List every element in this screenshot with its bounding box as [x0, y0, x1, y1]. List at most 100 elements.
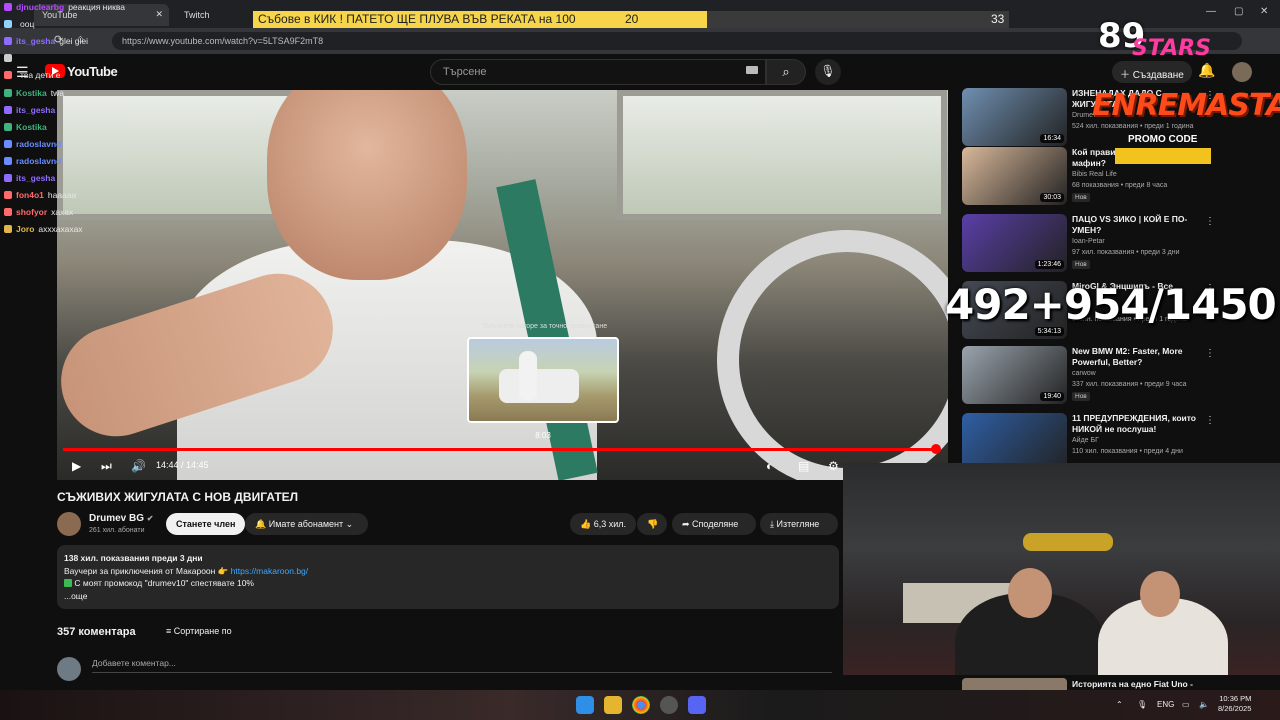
obs-icon[interactable]	[660, 696, 678, 714]
search-input[interactable]: Търсене	[430, 59, 766, 85]
chat-username[interactable]: fon4o1	[16, 190, 44, 200]
rec-thumbnail[interactable]: 1:23:46	[962, 214, 1067, 272]
rec-title-bottom[interactable]: Историята на едно Fiat Uno -	[1072, 679, 1193, 689]
chat-username[interactable]: shofyor	[16, 207, 47, 217]
subscriber-count: 261 хил. абонати	[89, 527, 145, 534]
like-button[interactable]: 👍 6,3 хил.	[570, 513, 636, 535]
close-window-icon[interactable]: ✕	[1260, 6, 1268, 17]
person-head	[267, 90, 467, 280]
rec-title[interactable]: ПАЦО VS ЗИКО | КОЙ Е ПО-УМЕН?	[1072, 214, 1208, 236]
video-progress-bar[interactable]	[63, 444, 941, 454]
maximize-icon[interactable]: ▢	[1234, 6, 1243, 17]
chat-message: radoslavnd	[4, 139, 65, 151]
rec-item[interactable]: 30:03Кой прави по-вкусно банановия мафин…	[962, 147, 1262, 209]
chat-username[interactable]: djnuclearbg	[16, 2, 64, 12]
rec-meta: 68 показвания • преди 8 часа	[1072, 182, 1168, 189]
search-button[interactable]: ⌕	[766, 59, 806, 85]
sort-label: Сортиране по	[173, 626, 232, 636]
chat-text: реакция никва	[68, 2, 125, 12]
chat-username[interactable]: its_gesha	[16, 36, 55, 46]
youtube-logo-text[interactable]: YouTube	[67, 64, 118, 79]
share-button[interactable]: ➦ Споделяне	[672, 513, 756, 535]
rec-thumbnail[interactable]: 30:03	[962, 147, 1067, 205]
windows-start-icon[interactable]	[576, 696, 594, 714]
sort-button[interactable]: ≡ Сортиране по	[166, 626, 232, 636]
create-button[interactable]: ＋ Създаване	[1112, 61, 1192, 83]
progress-scrubber[interactable]	[930, 444, 941, 454]
chat-text: ооц	[20, 19, 35, 30]
join-button[interactable]: Станете член	[166, 513, 246, 535]
minimize-icon[interactable]: —	[1206, 6, 1216, 17]
volume-icon[interactable]: 🔊	[131, 459, 146, 473]
chat-username[interactable]: radoslavnd	[16, 139, 61, 149]
more-vert-icon[interactable]: ⋮	[1205, 348, 1215, 359]
progress-played	[63, 448, 936, 451]
chat-message: its_gesha	[4, 105, 59, 117]
rec-item[interactable]: 19:40 New BMW M2: Faster, More Powerful, …	[962, 346, 1262, 408]
rec-channel[interactable]: carwow	[1072, 370, 1096, 377]
settings-gear-icon[interactable]: ⚙	[828, 459, 839, 473]
more-vert-icon[interactable]: ⋮	[1205, 216, 1215, 227]
language-indicator[interactable]: ENG	[1157, 700, 1174, 709]
preview-car	[499, 369, 579, 403]
rec-channel[interactable]: Bibis Real Life	[1072, 171, 1117, 178]
microphone-tray-icon[interactable]: 🎙	[1137, 700, 1147, 709]
chat-username[interactable]: Kostika	[16, 122, 47, 132]
download-button[interactable]: ⤓ Изтегляне	[760, 513, 838, 535]
user-avatar[interactable]	[1232, 62, 1252, 82]
rec-thumbnail[interactable]: 19:40	[962, 346, 1067, 404]
search-icon: ⌕	[782, 64, 790, 79]
keyboard-icon[interactable]	[746, 66, 758, 74]
rec-title[interactable]: 11 ПРЕДУПРЕЖДЕНИЯ, които НИКОЙ не послуш…	[1072, 413, 1208, 435]
streamer-left-head	[1008, 568, 1052, 618]
channel-name-text: Drumev BG	[89, 513, 145, 524]
rec-new-badge: Нов	[1072, 260, 1090, 269]
comments-count: 357 коментара	[57, 626, 136, 638]
rec-channel[interactable]: Ioan-Petar	[1072, 238, 1105, 245]
tray-chevron-icon[interactable]: ⌃	[1116, 700, 1123, 709]
chat-badge-icon	[4, 71, 12, 80]
rec-title[interactable]: New BMW M2: Faster, More Powerful, Bette…	[1072, 346, 1208, 368]
thumbs-down-icon: 👎	[647, 519, 659, 529]
rec-duration: 1:23:46	[1034, 260, 1064, 269]
next-icon[interactable]: ⏭	[101, 459, 112, 474]
notifications-bell-icon[interactable]: 🔔	[1198, 62, 1215, 79]
file-explorer-icon[interactable]	[604, 696, 622, 714]
url-field[interactable]: https://www.youtube.com/watch?v=5LTSA9F2…	[112, 32, 1242, 50]
more-vert-icon[interactable]: ⋮	[1205, 415, 1215, 426]
chat-username[interactable]: Joro	[16, 224, 34, 234]
clock[interactable]: 10:36 PM 8/26/2025	[1218, 694, 1251, 714]
autoplay-toggle[interactable]: ◐	[766, 459, 773, 473]
close-icon[interactable]: ✕	[155, 9, 163, 20]
play-icon[interactable]: ▶	[72, 459, 81, 473]
discord-icon[interactable]	[688, 696, 706, 714]
show-more-link[interactable]: ...още	[64, 591, 87, 601]
chat-badge-icon	[4, 3, 12, 11]
channel-name[interactable]: Drumev BG ✔	[89, 513, 154, 524]
speaker-icon[interactable]: 🔈	[1199, 700, 1209, 709]
preview-time: 8:03	[535, 431, 551, 440]
rec-channel[interactable]: Айде БГ	[1072, 437, 1099, 444]
subtitles-icon[interactable]: ▤	[798, 459, 809, 473]
preview-hint: Плъзнете нагоре за точно превъртане	[482, 323, 608, 330]
chat-badge-icon	[4, 37, 12, 46]
share-label: Споделяне	[692, 519, 739, 529]
voice-search-button[interactable]: 🎙	[815, 59, 841, 85]
add-comment-input[interactable]: Добавете коментар...	[92, 658, 832, 673]
chrome-icon[interactable]	[632, 696, 650, 714]
dislike-button[interactable]: 👎	[637, 513, 667, 535]
subscribed-button[interactable]: 🔔 Имате абонамент ⌄	[245, 513, 368, 535]
clock-date: 8/26/2025	[1218, 704, 1252, 713]
rec-thumbnail-bottom[interactable]	[962, 678, 1067, 690]
channel-avatar[interactable]	[57, 512, 81, 536]
chat-username[interactable]: its_gesha	[16, 105, 55, 115]
description-line-2: С моят промокод "drumev10" спестявате 10…	[64, 578, 254, 588]
network-icon[interactable]: ▭	[1182, 700, 1190, 709]
rec-meta: 110 хил. показвания • преди 4 дни	[1072, 448, 1183, 455]
chat-username[interactable]: its_gesha	[16, 173, 55, 183]
chat-username[interactable]: Kostika	[16, 88, 47, 98]
chat-username[interactable]: radoslavnd	[16, 156, 61, 166]
description-link[interactable]: https://makaroon.bg/	[231, 566, 309, 576]
rec-thumbnail[interactable]: 16:34	[962, 88, 1067, 146]
rec-item[interactable]: 1:23:46 ПАЦО VS ЗИКО | КОЙ Е ПО-УМЕН? Ioan…	[962, 214, 1262, 276]
